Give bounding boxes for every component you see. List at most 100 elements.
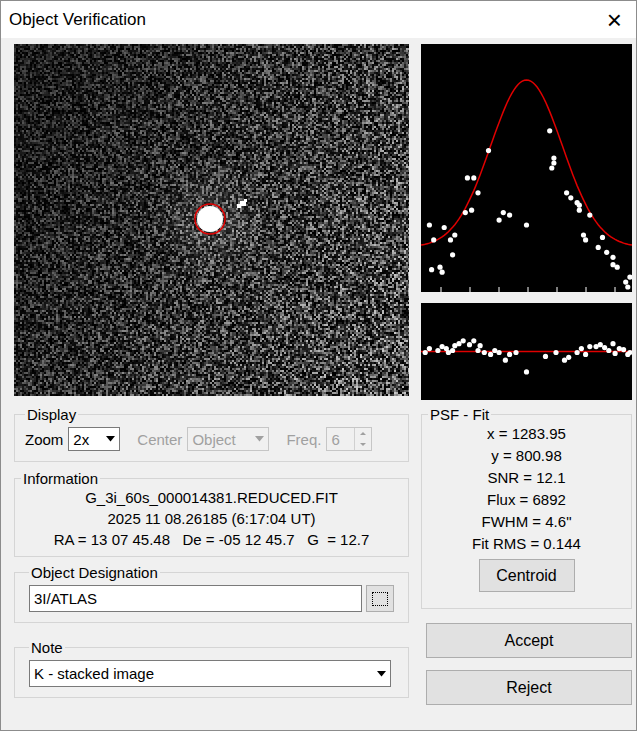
residual-point (478, 343, 483, 348)
designation-input[interactable]: 3I/ATLAS (29, 585, 362, 612)
residual-point (583, 352, 588, 357)
axis-tick (441, 287, 442, 292)
residual-point (507, 352, 512, 357)
residual-point (543, 354, 548, 359)
button-label: Accept (505, 632, 554, 650)
psf-point (568, 195, 573, 200)
residual-point (427, 346, 432, 351)
psf-fit-value: FWHM = 4.6" (428, 511, 625, 533)
residual-point (598, 342, 603, 347)
psf-point (486, 148, 491, 153)
residual-point (575, 350, 580, 355)
psf-fit-value: SNR = 12.1 (428, 467, 625, 489)
residual-point (621, 347, 626, 352)
psf-point (427, 222, 432, 227)
psf-fit-value: x = 1283.95 (428, 423, 625, 445)
psf-point (604, 250, 609, 255)
axis-tick (557, 287, 558, 292)
display-group: DisplayZoom2xCenterObjectFreq.6 (14, 406, 409, 462)
residual-point (513, 350, 518, 355)
psf-fit-group: PSF - Fitx = 1283.95y = 800.98SNR = 12.1… (421, 406, 632, 609)
spin-up-icon[interactable] (355, 428, 371, 439)
residual-point (467, 342, 472, 347)
psf-point (600, 235, 605, 240)
dropdown-arrow-icon (106, 436, 115, 442)
reject-button[interactable]: Reject (426, 670, 632, 705)
zoom-combo-button[interactable] (101, 428, 119, 450)
spin-buttons[interactable] (354, 428, 371, 450)
left-column: DisplayZoom2xCenterObjectFreq.6Informati… (14, 44, 409, 705)
residual-point (503, 358, 508, 363)
psf-point (627, 275, 632, 280)
dotted-box-icon (372, 592, 388, 606)
psf-fit-legend: PSF - Fit (428, 406, 491, 423)
psf-point (431, 237, 436, 242)
dropdown-arrow-icon (255, 436, 264, 442)
psf-point (501, 210, 506, 215)
psf-point (581, 232, 586, 237)
zoom-combo[interactable]: 2x (68, 427, 120, 451)
residual-point (497, 350, 502, 355)
psf-point (564, 190, 569, 195)
spin-down-icon[interactable] (355, 439, 371, 450)
psf-point (475, 190, 480, 195)
button-label: Reject (506, 679, 551, 697)
center-combo-button[interactable] (250, 428, 268, 450)
residual-point (450, 348, 455, 353)
psf-point (450, 252, 455, 257)
psf-point (524, 222, 529, 227)
psf-point (448, 237, 453, 242)
zoom-label: Zoom (25, 431, 63, 448)
designation-row: 3I/ATLAS (29, 585, 394, 612)
psf-point (577, 208, 582, 213)
centroid-label: Centroid (496, 567, 556, 585)
psf-point (437, 265, 442, 270)
psf-point (471, 175, 476, 180)
information-group: InformationG_3i_60s_000014381.REDUCED.FI… (14, 470, 409, 557)
information-line: RA = 13 07 45.48 De = -05 12 45.7 G = 12… (21, 529, 402, 550)
psf-fit-value: Flux = 6892 (428, 489, 625, 511)
note-combo[interactable]: K - stacked image (29, 660, 391, 687)
psf-point (497, 218, 502, 223)
object-image[interactable] (14, 44, 409, 396)
residual-point (423, 350, 428, 355)
information-line: 2025 11 08.26185 (6:17:04 UT) (21, 508, 402, 529)
psf-fit-value: Fit RMS = 0.144 (428, 533, 625, 555)
close-button[interactable]: × (601, 7, 628, 33)
browse-button[interactable] (366, 585, 394, 612)
center-combo[interactable]: Object (187, 427, 269, 451)
psf-point (549, 165, 554, 170)
note-group: NoteK - stacked image (14, 639, 409, 698)
psf-point (429, 267, 434, 272)
note-combo-value: K - stacked image (30, 665, 372, 682)
axis-tick (615, 287, 616, 292)
residual-point (587, 344, 592, 349)
psf-point (551, 156, 556, 161)
title-bar: Object Verification × (1, 1, 636, 38)
residual-point (461, 338, 466, 343)
psf-point (465, 175, 470, 180)
information-line: G_3i_60s_000014381.REDUCED.FIT (21, 487, 402, 508)
freq-value: 6 (327, 431, 354, 448)
centroid-button[interactable]: Centroid (479, 559, 575, 592)
axis-tick (528, 287, 529, 292)
window-title: Object Verification (9, 10, 146, 30)
residual-point (475, 348, 480, 353)
axis-tick (470, 287, 471, 292)
information-legend: Information (21, 470, 100, 487)
psf-point (452, 232, 457, 237)
designation-group: Object Designation3I/ATLAS (14, 564, 409, 623)
note-combo-button[interactable] (372, 663, 390, 685)
psf-point (610, 255, 615, 260)
residual-point (579, 346, 584, 351)
designation-value: 3I/ATLAS (34, 590, 97, 607)
psf-fit-value: y = 800.98 (428, 445, 625, 467)
residual-point (435, 348, 440, 353)
accept-button[interactable]: Accept (426, 623, 632, 658)
psf-point (596, 245, 601, 250)
dialog-window: Object Verification×DisplayZoom2xCenterO… (0, 0, 637, 731)
freq-spin[interactable]: 6 (326, 427, 372, 451)
psf-point (587, 213, 592, 218)
residual-point (627, 350, 632, 355)
psf-point (551, 160, 556, 165)
